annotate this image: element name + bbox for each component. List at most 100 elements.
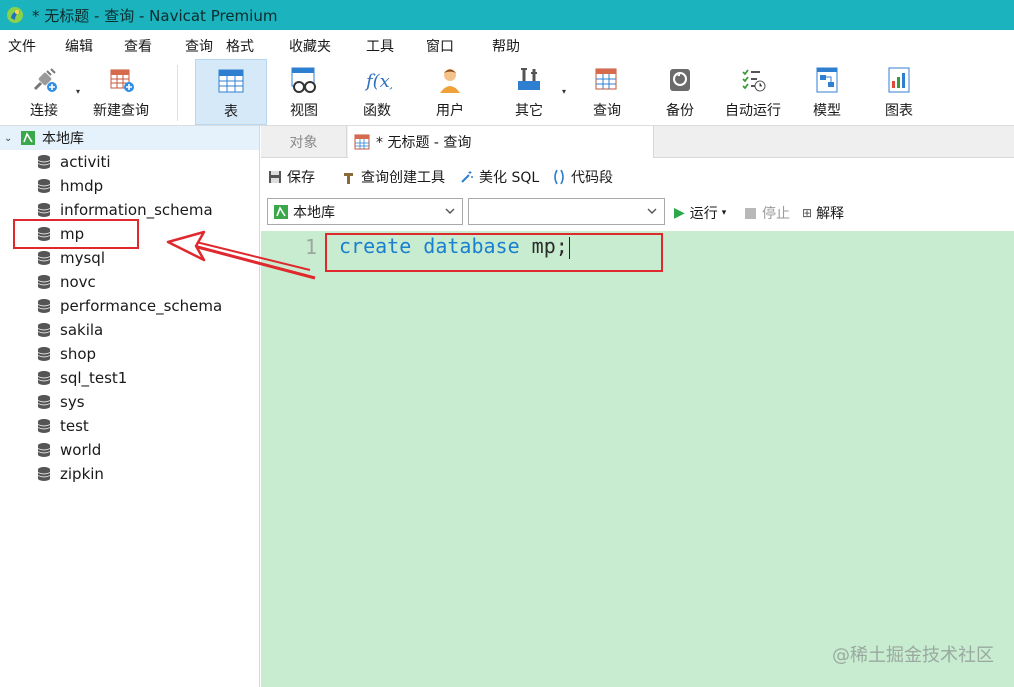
tree-item-database[interactable]: test	[36, 414, 89, 438]
chevron-down-icon	[445, 208, 455, 214]
chart-icon	[884, 65, 914, 95]
explain-icon: ⊞	[802, 206, 813, 220]
tab-query[interactable]: * 无标题 - 查询	[348, 126, 654, 158]
explain-label: 解释	[816, 206, 845, 222]
menu-favorites[interactable]: 收藏夹	[289, 36, 331, 56]
tree-item-database[interactable]: performance_schema	[36, 294, 222, 318]
hammer-icon	[341, 169, 357, 185]
table-button[interactable]: 表	[195, 59, 267, 125]
query-tab-icon	[354, 134, 370, 150]
view-glasses-icon	[289, 65, 319, 95]
model-button[interactable]: 模型	[802, 59, 852, 125]
user-label: 用户	[436, 103, 464, 119]
sql-identifier: mp;	[531, 234, 568, 258]
database-label: shop	[60, 345, 97, 363]
backup-icon	[665, 65, 695, 95]
tree-item-database[interactable]: sakila	[36, 318, 103, 342]
table-icon	[216, 66, 246, 96]
other-button[interactable]: 其它 ▾	[502, 59, 566, 125]
autorun-label: 自动运行	[725, 103, 781, 119]
collapse-chevron-icon[interactable]: ⌄	[4, 133, 18, 144]
database-label: performance_schema	[60, 297, 223, 315]
tree-item-database[interactable]: hmdp	[36, 174, 103, 198]
connect-label: 连接	[30, 103, 58, 119]
model-icon	[812, 65, 842, 95]
snippet-button[interactable]: 代码段	[551, 167, 613, 187]
query-button[interactable]: 查询	[580, 59, 634, 125]
run-button[interactable]: ▶ 运行 ▾	[674, 203, 726, 223]
connection-select-value: 本地库	[293, 204, 335, 221]
tree-item-database[interactable]: mysql	[36, 246, 105, 270]
database-icon	[37, 179, 51, 193]
text-cursor	[568, 236, 570, 259]
database-label: information_schema	[60, 201, 213, 219]
beautify-sql-button[interactable]: 美化 SQL	[459, 167, 539, 187]
menu-help[interactable]: 帮助	[492, 36, 520, 56]
tree-item-database[interactable]: sys	[36, 390, 85, 414]
query-builder-button[interactable]: 查询创建工具	[341, 167, 445, 187]
query-toolbar: 保存 查询创建工具 美化 SQL 代码段	[261, 159, 1014, 195]
tree-item-database[interactable]: shop	[36, 342, 96, 366]
tree-item-database[interactable]: mp	[36, 222, 84, 246]
explain-button[interactable]: ⊞ 解释	[802, 203, 844, 223]
menu-format[interactable]: 格式	[226, 36, 254, 56]
view-button[interactable]: 视图	[276, 59, 332, 125]
code-line[interactable]: create database mp;	[339, 234, 570, 259]
title-bar: * 无标题 - 查询 - Navicat Premium	[0, 0, 1014, 30]
run-dropdown-icon[interactable]: ▾	[722, 208, 727, 218]
connection-select[interactable]: 本地库	[267, 198, 463, 225]
tree-item-database[interactable]: world	[36, 438, 101, 462]
database-label: mp	[60, 225, 85, 243]
tree-item-database[interactable]: activiti	[36, 150, 111, 174]
database-select[interactable]	[468, 198, 665, 225]
new-query-label: 新建查询	[93, 103, 149, 119]
database-icon	[37, 155, 51, 169]
connect-dropdown-icon[interactable]: ▾	[76, 87, 80, 96]
save-disk-icon	[267, 169, 283, 185]
backup-button[interactable]: 备份	[654, 59, 706, 125]
database-icon	[37, 299, 51, 313]
menu-bar: 文件 编辑 查看 查询 格式 收藏夹 工具 窗口 帮助	[0, 30, 1014, 59]
sql-editor[interactable]: 1 create database mp; @稀土掘金技术社区	[261, 231, 1014, 687]
new-query-button[interactable]: 新建查询	[90, 59, 152, 125]
model-label: 模型	[813, 103, 841, 119]
editor-tabbar: 对象 * 无标题 - 查询	[261, 126, 1014, 158]
other-dropdown-icon[interactable]: ▾	[562, 87, 566, 96]
parentheses-icon	[551, 169, 567, 185]
line-number-gutter: 1	[261, 231, 323, 687]
autorun-button[interactable]: 自动运行	[720, 59, 786, 125]
database-label: sys	[60, 393, 85, 411]
function-button[interactable]: f(x) 函数	[352, 59, 402, 125]
database-icon	[37, 251, 51, 265]
database-label: world	[60, 441, 102, 459]
user-button[interactable]: 用户	[424, 59, 476, 125]
database-icon	[37, 419, 51, 433]
chevron-down-icon	[647, 208, 657, 214]
stop-button[interactable]: 停止	[745, 203, 790, 223]
database-label: test	[60, 417, 89, 435]
sql-keyword-database: database	[423, 234, 520, 258]
chart-label: 图表	[885, 103, 913, 119]
tree-item-database[interactable]: sql_test1	[36, 366, 127, 390]
other-label: 其它	[515, 103, 543, 119]
window-title: * 无标题 - 查询 - Navicat Premium	[32, 6, 278, 25]
chart-button[interactable]: 图表	[874, 59, 924, 125]
watermark: @稀土掘金技术社区	[832, 645, 994, 666]
navicat-logo-icon	[7, 7, 23, 23]
tree-item-database[interactable]: novc	[36, 270, 96, 294]
menu-window[interactable]: 窗口	[426, 36, 454, 56]
tab-objects[interactable]: 对象	[261, 126, 347, 157]
menu-edit[interactable]: 编辑	[65, 36, 93, 56]
database-label: novc	[60, 273, 96, 291]
menu-query[interactable]: 查询	[185, 36, 213, 56]
tree-item-database[interactable]: information_schema	[36, 198, 213, 222]
tree-item-database[interactable]: zipkin	[36, 462, 104, 486]
menu-view[interactable]: 查看	[124, 36, 152, 56]
connect-button[interactable]: 连接 ▾	[18, 59, 80, 125]
function-label: 函数	[363, 103, 391, 119]
save-button[interactable]: 保存	[267, 167, 315, 187]
tree-root-connection[interactable]: ⌄ 本地库	[0, 126, 259, 150]
menu-file[interactable]: 文件	[8, 36, 36, 56]
menu-tools[interactable]: 工具	[366, 36, 394, 56]
main-toolbar: 连接 ▾ 新建查询 表 视图 f(x) 函数 用户 其它	[0, 59, 1014, 126]
